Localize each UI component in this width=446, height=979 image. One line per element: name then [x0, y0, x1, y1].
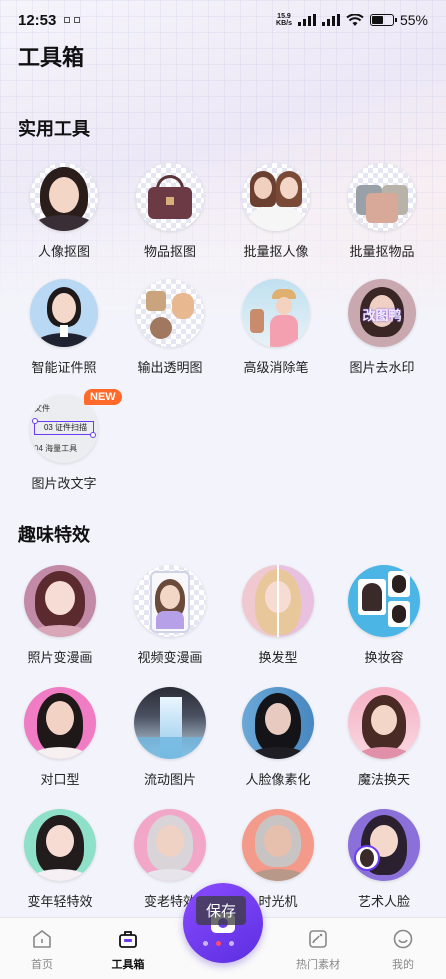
nav-item-home[interactable]: 首页 [12, 928, 72, 972]
nav-item-materials[interactable]: 热门素材 [288, 928, 348, 972]
fab-dots [203, 941, 234, 946]
lip-sync-thumb [24, 687, 96, 759]
tool-flow-image[interactable]: 流动图片 [120, 687, 220, 788]
tool-label: 换发型 [258, 650, 298, 665]
nav-label: 首页 [31, 959, 53, 971]
tool-label: 对口型 [40, 772, 80, 787]
tool-hairstyle[interactable]: 换发型 [228, 565, 328, 666]
tool-art-face[interactable]: 艺术人脸 [334, 809, 434, 910]
id-photo-thumb [30, 279, 98, 347]
materials-icon [307, 928, 329, 950]
tool-eraser-pen[interactable]: 高级消除笔 [226, 279, 326, 376]
tool-photo-to-comic[interactable]: 照片变漫画 [10, 565, 110, 666]
signal-icon [297, 14, 316, 26]
page-title: 工具箱 [18, 45, 85, 70]
tool-batch-object[interactable]: 批量抠物品 [332, 163, 432, 260]
hairstyle-thumb [242, 565, 314, 637]
tool-label: 图片改文字 [31, 476, 97, 491]
edit-text-line-2: 03 证件扫描 [34, 421, 94, 435]
nav-item-toolbox[interactable]: 工具箱 [98, 928, 158, 972]
tool-object-cutout[interactable]: 物品抠图 [120, 163, 220, 260]
tool-label: 高级消除笔 [243, 360, 309, 375]
tool-video-to-comic[interactable]: 视频变漫画 [120, 565, 220, 666]
save-toast: 保存 [196, 896, 247, 925]
photo-to-comic-thumb [24, 565, 96, 637]
network-speed-value: 15.9 [277, 13, 291, 20]
watermark-text: 改图鸭 [362, 308, 402, 323]
flow-image-thumb [134, 687, 206, 759]
tool-lip-sync[interactable]: 对口型 [10, 687, 110, 788]
nav-item-profile[interactable]: 我的 [373, 928, 433, 972]
signal-icon-2 [321, 14, 340, 26]
video-to-comic-thumb [134, 565, 206, 637]
tool-younger[interactable]: 变年轻特效 [10, 809, 110, 910]
edit-text-line-1: 文件 [34, 404, 50, 413]
nav-label: 我的 [392, 959, 414, 971]
edit-text-thumb: 文件 03 证件扫描 04 海量工具 [30, 395, 98, 463]
art-face-thumb [348, 809, 420, 881]
notification-icon [74, 17, 81, 23]
object-cutout-thumb [136, 163, 204, 231]
status-time: 12:53 [18, 11, 57, 29]
section-title-practical: 实用工具 [18, 119, 90, 139]
transparent-output-thumb [136, 279, 204, 347]
notification-icon [64, 17, 71, 23]
tool-label: 人像抠图 [37, 244, 90, 259]
notification-icons [64, 17, 81, 23]
network-speed-unit: KB/s [276, 20, 292, 27]
battery-percent: 55% [399, 12, 428, 28]
nav-label: 工具箱 [111, 959, 145, 971]
tool-watermark-remove[interactable]: 改图鸭 图片去水印 [332, 279, 432, 376]
section-title-fun: 趣味特效 [18, 525, 90, 545]
status-bar: 12:53 15.9 KB/s 55% [0, 0, 446, 40]
tool-transparent-output[interactable]: 输出透明图 [120, 279, 220, 376]
tool-label: 人脸像素化 [245, 772, 311, 787]
sky-replace-thumb [348, 687, 420, 759]
wifi-icon [346, 13, 364, 26]
tool-label: 输出透明图 [137, 360, 203, 375]
tool-label: 批量抠物品 [349, 244, 415, 259]
time-machine-thumb [242, 809, 314, 881]
tool-id-photo[interactable]: 智能证件照 [14, 279, 114, 376]
toolbox-icon [117, 928, 139, 950]
tool-label: 变年轻特效 [27, 894, 93, 909]
battery-icon [369, 14, 397, 26]
tool-edit-text[interactable]: NEW 文件 03 证件扫描 04 海量工具 图片改文字 [14, 389, 122, 492]
nav-label: 热门素材 [296, 959, 340, 971]
tool-batch-portrait[interactable]: 批量抠人像 [226, 163, 326, 260]
edit-text-line-3: 04 海量工具 [34, 444, 78, 453]
eraser-pen-thumb [242, 279, 310, 347]
batch-object-thumb [348, 163, 416, 231]
tool-face-pixelate[interactable]: 人脸像素化 [228, 687, 328, 788]
tool-label: 魔法换天 [357, 772, 410, 787]
face-pixelate-thumb [242, 687, 314, 759]
tool-label: 视频变漫画 [137, 650, 203, 665]
tool-label: 照片变漫画 [27, 650, 93, 665]
older-thumb [134, 809, 206, 881]
tool-label: 图片去水印 [349, 360, 415, 375]
tool-label: 流动图片 [143, 772, 196, 787]
network-speed: 15.9 KB/s [276, 13, 292, 27]
status-right: 15.9 KB/s 55% [276, 12, 428, 28]
tool-sky-replace[interactable]: 魔法换天 [334, 687, 434, 788]
tool-label: 智能证件照 [31, 360, 97, 375]
tool-makeup[interactable]: 换妆容 [334, 565, 434, 666]
younger-thumb [24, 809, 96, 881]
new-badge: NEW [84, 389, 122, 405]
tool-label: 艺术人脸 [357, 894, 410, 909]
tool-portrait-cutout[interactable]: 人像抠图 [14, 163, 114, 260]
watermark-remove-thumb: 改图鸭 [348, 279, 416, 347]
profile-icon [392, 928, 414, 950]
tool-label: 物品抠图 [143, 244, 196, 259]
makeup-thumb [348, 565, 420, 637]
portrait-cutout-thumb [30, 163, 98, 231]
tool-label: 批量抠人像 [243, 244, 309, 259]
tool-label: 换妆容 [364, 650, 404, 665]
home-icon [31, 928, 53, 950]
batch-portrait-thumb [242, 163, 310, 231]
